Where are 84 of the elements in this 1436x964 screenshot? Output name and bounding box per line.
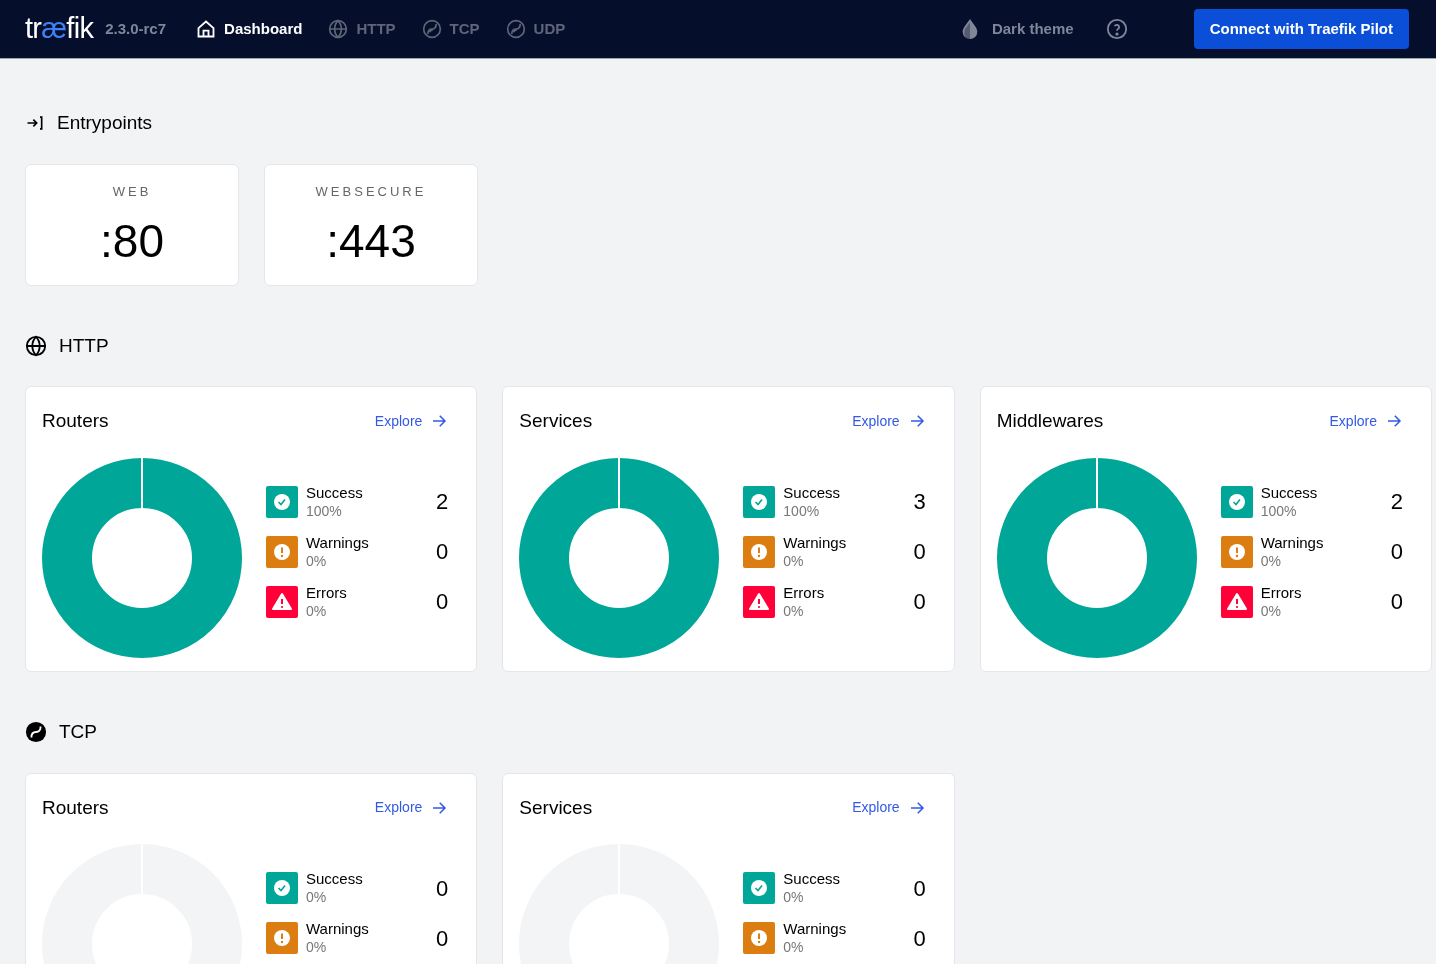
card-title: Services [519,409,593,433]
section-title: HTTP [59,333,109,358]
card-title: Middlewares [996,409,1104,433]
stat-count: 0 [436,924,449,953]
stat-percent: 0% [1260,551,1282,570]
stat-percent: 0% [306,551,328,570]
stat-count: 0 [913,538,926,566]
explore-link[interactable]: Explore [374,797,449,819]
entrypoint-name: WEBSECURE [315,182,427,201]
stat-label: Errors [306,583,347,602]
stat-label: Warnings [1260,533,1324,552]
stat-percent: 0% [783,551,805,570]
stat-count: 0 [1390,588,1403,616]
exclamation-icon [1220,535,1253,568]
check-icon [1220,485,1253,518]
swirl-icon [505,19,526,39]
stat-percent: 100% [1260,501,1298,520]
stat-count: 0 [913,924,926,953]
stat-label: Warnings [306,920,369,938]
version-label: 2.3.0-rc7 [105,18,167,39]
entrypoint-port: :443 [326,218,416,264]
stat-label: Errors [783,583,825,602]
globe-icon [328,19,349,39]
nav-tab[interactable]: Dashboard [196,17,303,41]
check-icon [743,872,776,904]
nav-tab[interactable]: HTTP [328,17,396,41]
stat-label: Success [306,870,363,888]
explore-link[interactable]: Explore [852,410,926,432]
stat-label: Errors [1260,583,1302,602]
logo-part: tr [25,12,42,45]
explore-link[interactable]: Explore [374,410,449,432]
stat-percent: 0% [1260,601,1282,620]
logo-part: æ [41,12,67,45]
entrypoint-name: WEB [112,182,152,201]
nav-tab[interactable]: TCP [421,17,480,41]
help-icon[interactable] [1105,18,1128,40]
stat-percent: 0% [306,938,328,956]
exclamation-icon [266,922,298,954]
stat-percent: 0% [306,888,328,906]
stat-count: 0 [436,874,449,903]
stat-label: Warnings [783,533,847,552]
card-title: Routers [42,409,109,433]
exclamation-icon [743,922,776,954]
stat-label: Success [783,483,841,502]
check-icon [743,485,776,518]
globe-icon [25,334,47,357]
entrypoint-port: :80 [100,218,164,264]
home-icon [196,19,217,39]
exclamation-icon [743,535,776,568]
nav-tab[interactable]: UDP [505,17,566,41]
stat-count: 0 [913,874,926,903]
stat-count: 2 [1390,488,1403,516]
exclamation-icon [266,535,298,568]
logo[interactable]: træfik [25,7,94,51]
stat-percent: 0% [783,601,805,620]
stat-count: 0 [436,588,449,616]
logo-part: fik [66,12,94,45]
stat-count: 0 [913,588,926,616]
stat-label: Success [1260,483,1318,502]
stat-label: Warnings [306,533,369,552]
stat-label: Success [306,483,363,502]
explore-link[interactable]: Explore [1329,410,1403,432]
stat-percent: 100% [306,501,343,520]
swirl-icon [421,19,442,39]
theme-toggle[interactable]: Dark theme [959,17,1074,41]
stat-count: 3 [913,488,926,516]
stat-percent: 0% [783,888,805,906]
check-icon [266,872,298,904]
stat-percent: 0% [783,938,805,956]
stat-count: 0 [1390,538,1403,566]
check-icon [266,485,298,518]
stat-count: 0 [436,538,449,566]
pilot-button[interactable]: Connect with Traefik Pilot [1193,9,1409,49]
stat-count: 2 [436,488,449,516]
section-title: Entrypoints [57,111,153,135]
stat-percent: 100% [783,501,821,520]
swirl-icon [25,721,47,744]
section-title: TCP [59,720,97,744]
stat-percent: 0% [306,601,328,620]
card-title: Services [519,795,593,820]
card-title: Routers [42,795,109,820]
stat-label: Warnings [783,920,847,938]
explore-link[interactable]: Explore [852,797,926,819]
stat-label: Success [783,870,841,888]
